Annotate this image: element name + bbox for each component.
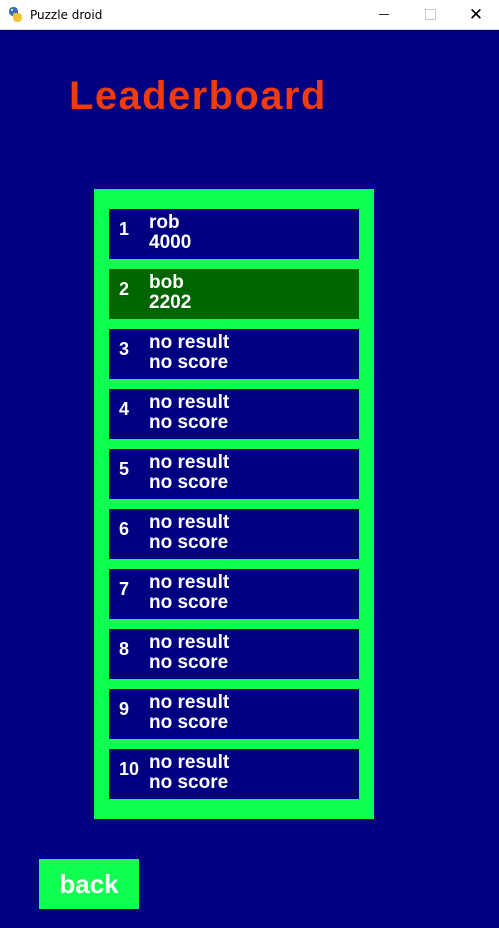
- leaderboard-row-3: 3 no result no score: [109, 329, 359, 379]
- player-score: no score: [149, 772, 229, 793]
- player-name: no result: [149, 392, 230, 413]
- player-name: no result: [149, 752, 230, 773]
- page-title: Leaderboard: [69, 74, 327, 118]
- maximize-button[interactable]: [407, 0, 453, 29]
- rank-number: 9: [119, 699, 130, 719]
- player-name: no result: [149, 512, 230, 533]
- rank-number: 1: [119, 219, 130, 239]
- leaderboard-row-1: 1 rob 4000: [109, 209, 359, 259]
- player-score: no score: [149, 472, 229, 493]
- player-score: 2202: [149, 292, 192, 313]
- back-button[interactable]: back: [39, 859, 139, 909]
- leaderboard-row-4: 4 no result no score: [109, 389, 359, 439]
- player-score: no score: [149, 532, 229, 553]
- player-name: no result: [149, 692, 230, 713]
- player-name: no result: [149, 452, 230, 473]
- player-name: no result: [149, 332, 230, 353]
- leaderboard-row-10: 10 no result no score: [109, 749, 359, 799]
- minimize-button[interactable]: [361, 0, 407, 29]
- player-name: no result: [149, 632, 230, 653]
- leaderboard-row-6: 6 no result no score: [109, 509, 359, 559]
- window-controls: ✕: [361, 0, 499, 29]
- player-name: rob: [149, 212, 180, 233]
- rank-number: 10: [119, 759, 140, 779]
- player-name: no result: [149, 572, 230, 593]
- leaderboard-row-5: 5 no result no score: [109, 449, 359, 499]
- rank-number: 2: [119, 279, 130, 299]
- close-button[interactable]: ✕: [453, 0, 499, 29]
- window-title: Puzzle droid: [30, 7, 103, 22]
- player-score: no score: [149, 592, 229, 613]
- leaderboard-row-8: 8 no result no score: [109, 629, 359, 679]
- leaderboard-panel: 1 rob 4000 2 bob 2202 3 no result no sco…: [94, 189, 374, 819]
- player-score: no score: [149, 712, 229, 733]
- leaderboard-row-9: 9 no result no score: [109, 689, 359, 739]
- player-score: 4000: [149, 232, 192, 253]
- player-score: no score: [149, 412, 229, 433]
- rank-number: 3: [119, 339, 130, 359]
- rank-number: 6: [119, 519, 130, 539]
- python-icon: [8, 6, 24, 23]
- player-score: no score: [149, 652, 229, 673]
- rank-number: 4: [119, 399, 130, 419]
- leaderboard-row-7: 7 no result no score: [109, 569, 359, 619]
- leaderboard-row-2: 2 bob 2202: [109, 269, 359, 319]
- rank-number: 5: [119, 459, 130, 479]
- rank-number: 8: [119, 639, 130, 659]
- player-name: bob: [149, 272, 184, 293]
- rank-number: 7: [119, 579, 130, 599]
- player-score: no score: [149, 352, 229, 373]
- window-titlebar[interactable]: Puzzle droid ✕: [0, 0, 499, 30]
